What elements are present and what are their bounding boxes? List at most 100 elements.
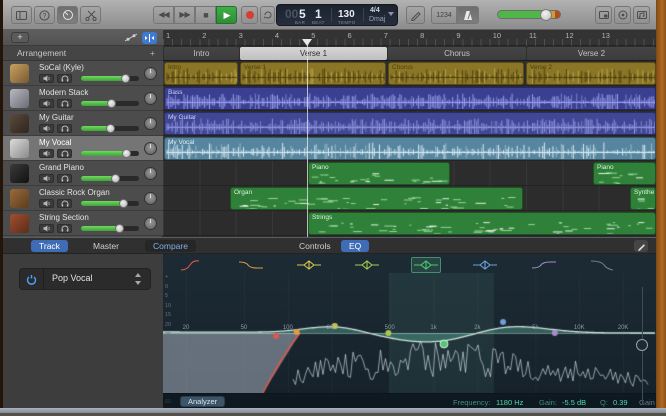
solo-button[interactable]: [57, 99, 72, 108]
mute-button[interactable]: [39, 174, 54, 183]
tab-track[interactable]: Track: [31, 240, 68, 252]
plugin-power-button[interactable]: [20, 269, 44, 289]
tuner-button[interactable]: [406, 6, 425, 24]
track-header-row[interactable]: Modern Stack: [3, 86, 163, 111]
region-bass[interactable]: Bass: [164, 87, 656, 110]
track-header-row[interactable]: Grand Piano: [3, 161, 163, 186]
tab-controls[interactable]: Controls: [291, 240, 339, 252]
metronome-button[interactable]: [457, 6, 479, 24]
volume-slider[interactable]: [81, 101, 139, 106]
pan-knob[interactable]: [144, 167, 157, 180]
region-midi[interactable]: Piano: [308, 162, 450, 185]
chevron-down-icon[interactable]: [388, 12, 394, 16]
eq-band-bell-button[interactable]: [294, 257, 324, 273]
region-drums[interactable]: Intro: [164, 62, 238, 85]
play-button[interactable]: ▶: [216, 6, 237, 24]
master-volume-slider[interactable]: [497, 10, 561, 19]
analyzer-button[interactable]: Analyzer: [180, 396, 225, 407]
region-drums[interactable]: Verse 2: [526, 62, 656, 85]
pan-knob[interactable]: [144, 92, 157, 105]
media-browser-button[interactable]: [633, 6, 650, 24]
mute-button[interactable]: [39, 199, 54, 208]
volume-slider[interactable]: [81, 151, 139, 156]
solo-button[interactable]: [57, 174, 72, 183]
volume-slider[interactable]: [81, 76, 139, 81]
q-value[interactable]: 0.39: [613, 398, 628, 407]
playhead-line[interactable]: [307, 39, 308, 237]
volume-thumb[interactable]: [111, 174, 120, 183]
mute-button[interactable]: [39, 124, 54, 133]
library-button[interactable]: [11, 6, 32, 24]
volume-thumb[interactable]: [122, 149, 131, 158]
arrangement-section[interactable]: Verse 2: [527, 47, 656, 60]
catch-playhead-button[interactable]: [142, 32, 157, 44]
playhead-handle[interactable]: [302, 39, 312, 46]
record-button[interactable]: [241, 6, 258, 24]
forward-button[interactable]: ▶▶: [174, 6, 195, 24]
volume-thumb[interactable]: [107, 99, 116, 108]
region-drums[interactable]: Verse 1: [240, 62, 386, 85]
region-drums[interactable]: Chorus: [388, 62, 524, 85]
region-midi[interactable]: Organ: [230, 187, 523, 210]
tab-eq[interactable]: EQ: [341, 240, 369, 252]
pan-knob[interactable]: [144, 142, 157, 155]
eq-band-highpass-button[interactable]: [177, 257, 207, 273]
volume-slider[interactable]: [81, 176, 139, 181]
pan-knob[interactable]: [144, 67, 157, 80]
pan-knob[interactable]: [144, 217, 157, 230]
volume-slider[interactable]: [81, 126, 139, 131]
volume-slider[interactable]: [81, 226, 139, 231]
solo-button[interactable]: [57, 124, 72, 133]
solo-button[interactable]: [57, 199, 72, 208]
volume-thumb[interactable]: [106, 124, 115, 133]
mute-button[interactable]: [39, 149, 54, 158]
track-header-row[interactable]: My Guitar: [3, 111, 163, 136]
solo-button[interactable]: [57, 74, 72, 83]
mute-button[interactable]: [39, 224, 54, 233]
track-header-row[interactable]: Classic Rock Organ: [3, 186, 163, 211]
frequency-value[interactable]: 1180 Hz: [496, 398, 523, 407]
region-guitar[interactable]: My Guitar: [164, 112, 656, 135]
eq-graph[interactable]: [163, 273, 656, 393]
volume-thumb[interactable]: [115, 224, 124, 233]
gain-value[interactable]: -5.5 dB: [562, 398, 586, 407]
eq-band-bell-button[interactable]: [353, 257, 383, 273]
eq-band-bell-button[interactable]: [470, 257, 500, 273]
smart-controls-button[interactable]: [57, 6, 78, 24]
track-header-row[interactable]: String Section: [3, 211, 163, 236]
display-mode-button[interactable]: [595, 6, 612, 24]
eq-band-bell-button[interactable]: [411, 257, 441, 273]
volume-slider[interactable]: [81, 201, 139, 206]
edit-smart-controls-button[interactable]: [634, 240, 648, 252]
region-midi[interactable]: Piano: [593, 162, 656, 185]
solo-button[interactable]: [57, 149, 72, 158]
arrangement-section[interactable]: Chorus: [388, 47, 526, 60]
cycle-button[interactable]: [260, 6, 275, 24]
patch-selector[interactable]: Pop Vocal: [19, 268, 151, 290]
region-midi[interactable]: Strings: [308, 212, 656, 235]
pan-knob[interactable]: [144, 117, 157, 130]
master-volume-thumb[interactable]: [540, 9, 552, 21]
quick-help-button[interactable]: ?: [34, 6, 55, 24]
arrangement-section[interactable]: Verse 1: [240, 47, 387, 60]
patch-stepper[interactable]: [135, 273, 142, 285]
mute-button[interactable]: [39, 74, 54, 83]
track-header-row[interactable]: SoCal (Kyle): [3, 61, 163, 86]
pan-knob[interactable]: [144, 192, 157, 205]
tab-master[interactable]: Master: [85, 240, 127, 252]
editors-button[interactable]: [80, 6, 101, 24]
arrangement-header[interactable]: Arrangement +: [3, 46, 163, 61]
arrangement-add-button[interactable]: +: [150, 46, 155, 61]
eq-band-lowshelf-button[interactable]: [236, 257, 266, 273]
eq-band-lowpass-button[interactable]: [587, 257, 617, 273]
count-in-button[interactable]: 1234: [431, 6, 457, 24]
eq-band-highshelf-button[interactable]: [529, 257, 559, 273]
stop-button[interactable]: ■: [195, 6, 216, 24]
loop-browser-button[interactable]: [614, 6, 631, 24]
volume-thumb[interactable]: [121, 74, 130, 83]
volume-thumb[interactable]: [119, 199, 128, 208]
lcd-display[interactable]: 00 5 1 BAR BEAT 130 TEMPO 4/4 Dmaj: [276, 4, 398, 26]
mute-button[interactable]: [39, 99, 54, 108]
add-track-button[interactable]: +: [11, 32, 29, 43]
arrangement-section[interactable]: Intro: [164, 47, 239, 60]
